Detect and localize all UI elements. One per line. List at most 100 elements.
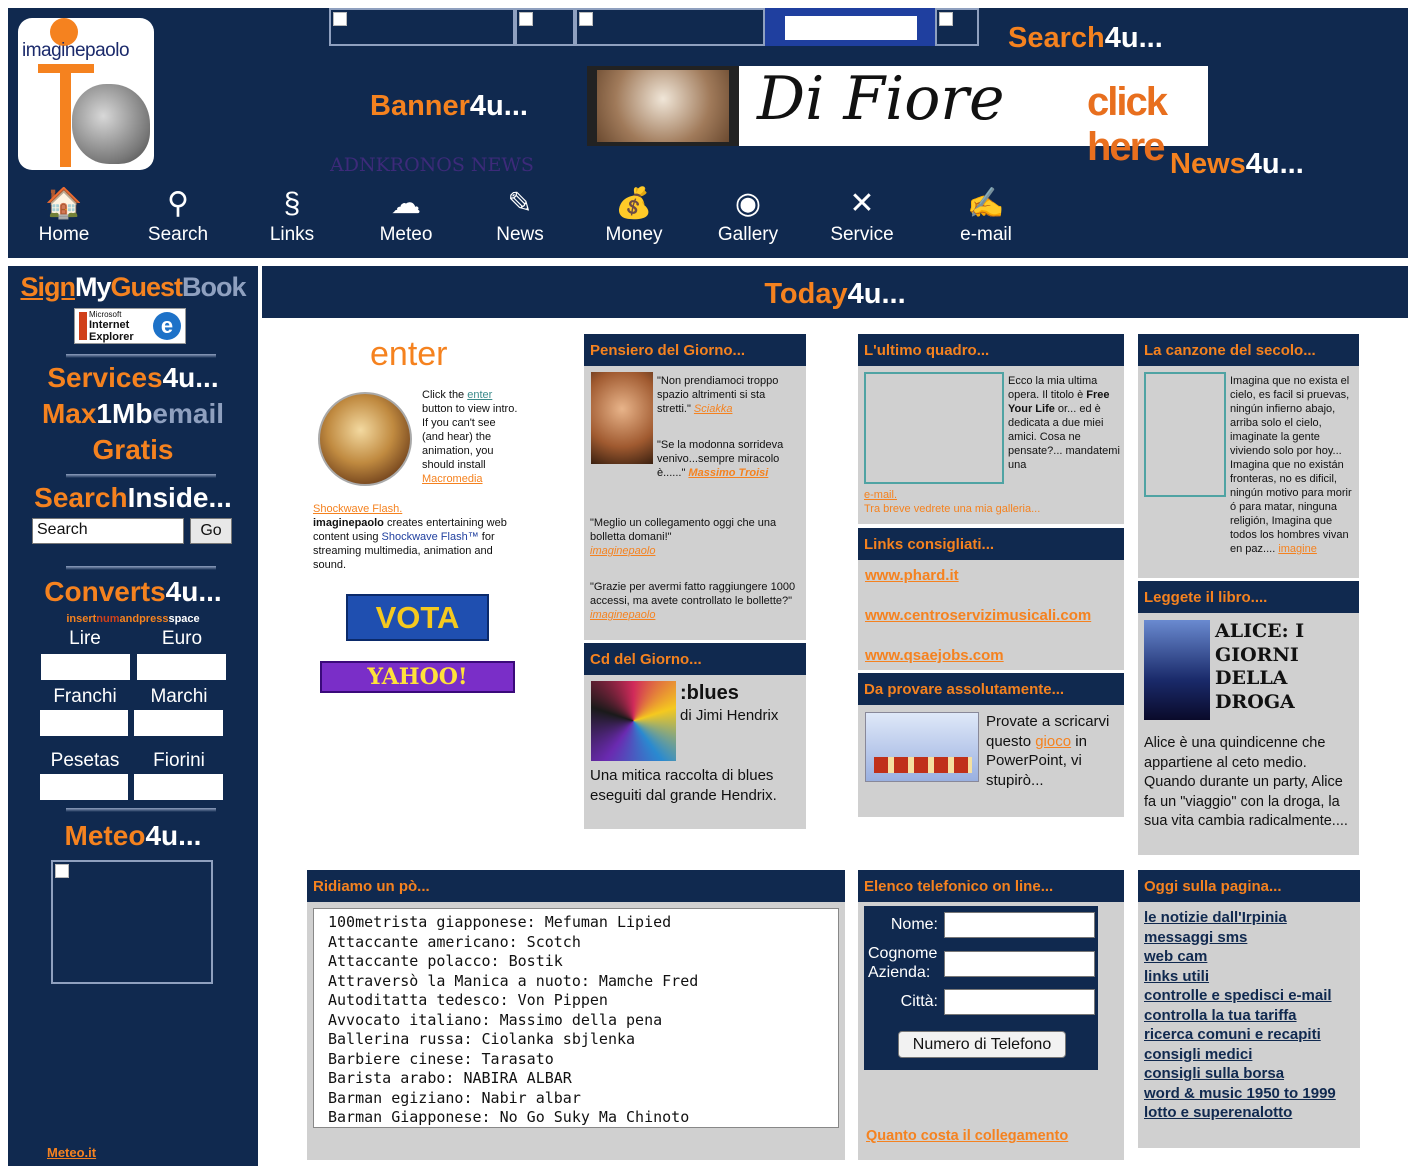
ie-logo-icon: e bbox=[153, 312, 181, 340]
nav-gallery[interactable]: ◉ Gallery bbox=[698, 184, 798, 254]
guestbook-book: Book bbox=[182, 272, 246, 302]
meteo-image-placeholder[interactable] bbox=[51, 860, 213, 984]
nav-links-label: Links bbox=[269, 224, 315, 245]
oggi-link-borsa[interactable]: consigli sulla borsa bbox=[1144, 1064, 1358, 1084]
album-name: :blues bbox=[680, 682, 739, 704]
quote-1-author[interactable]: Sciakka bbox=[694, 403, 733, 415]
shockwave-flash-link[interactable]: Shockwave Flash. bbox=[313, 503, 402, 515]
quote-3-author[interactable]: imaginepaolo bbox=[590, 545, 655, 557]
banner4u-title: Banner4u... bbox=[370, 90, 528, 123]
nav-news[interactable]: ✎ News bbox=[470, 184, 570, 254]
oggi-link-medici[interactable]: consigli medici bbox=[1144, 1045, 1358, 1065]
converts4u-b: 4u... bbox=[165, 576, 222, 607]
marchi-input[interactable] bbox=[134, 710, 223, 736]
nav-service[interactable]: ✕ Service bbox=[812, 184, 912, 254]
pesetas-input[interactable] bbox=[40, 774, 128, 800]
search-banner-slot-2[interactable] bbox=[515, 8, 575, 46]
quadro-email-link[interactable]: e-mail. bbox=[864, 489, 897, 501]
link-phard[interactable]: www.phard.it bbox=[865, 567, 959, 584]
yahoo-button[interactable]: YAHOO! bbox=[320, 661, 515, 693]
sign-my-guestbook-link[interactable]: SignMyGuestBook bbox=[8, 272, 258, 303]
macromedia-link[interactable]: Macromedia bbox=[422, 473, 483, 485]
news4u-a: News bbox=[1170, 148, 1246, 180]
search-go-image[interactable] bbox=[935, 8, 979, 46]
oggi-title: Oggi sulla pagina... bbox=[1138, 870, 1360, 902]
jokes-textarea[interactable]: 100metrista giapponese: Mefuman Lipied At… bbox=[313, 908, 839, 1128]
citta-input[interactable] bbox=[944, 989, 1095, 1015]
oggi-link-tariffa[interactable]: controlla la tua tariffa bbox=[1144, 1006, 1358, 1026]
di-fiore-banner[interactable]: Di Fiore click here bbox=[587, 64, 1208, 169]
libro-title: Leggete il libro.... bbox=[1138, 581, 1359, 613]
joke-line: Ballerina russa: Ciolanka sbjlenka bbox=[328, 1030, 636, 1048]
internet-explorer-badge[interactable]: Microsoft Internet Explorer e bbox=[74, 308, 186, 344]
quote-2: "Se la modonna sorrideva venivo...sempre… bbox=[590, 438, 802, 480]
quote-2-author[interactable]: Massimo Troisi bbox=[688, 467, 768, 479]
header-search-input[interactable] bbox=[785, 16, 917, 40]
quote-4-author[interactable]: imaginepaolo bbox=[590, 609, 655, 621]
pesetas-label: Pesetas bbox=[50, 750, 120, 771]
elenco-title: Elenco telefonico on line... bbox=[858, 870, 1124, 902]
oggi-link-comuni[interactable]: ricerca comuni e recapiti bbox=[1144, 1025, 1358, 1045]
nav-meteo-label: Meteo bbox=[379, 224, 433, 245]
nome-input[interactable] bbox=[944, 912, 1095, 938]
shockwave-flash-tm: Shockwave Flash™ bbox=[381, 531, 479, 543]
nav-service-label: Service bbox=[830, 224, 894, 245]
oggi-links-list: le notizie dall'Irpinia messaggi sms web… bbox=[1144, 908, 1358, 1123]
oggi-link-sms[interactable]: messaggi sms bbox=[1144, 928, 1358, 948]
vota-button[interactable]: VOTA bbox=[346, 594, 489, 641]
franchi-input[interactable] bbox=[40, 710, 128, 736]
today4u-title: Today4u... bbox=[262, 278, 1408, 311]
sidebar-search-input[interactable]: Search bbox=[32, 518, 184, 544]
quanto-costa-link[interactable]: Quanto costa il collegamento bbox=[866, 1128, 1068, 1144]
nav-home[interactable]: 🏠 Home bbox=[14, 184, 114, 254]
nome-label: Nome: bbox=[890, 916, 938, 933]
oggi-link-music[interactable]: word & music 1950 to 1999 bbox=[1144, 1084, 1358, 1104]
search-banner-slot-1[interactable] bbox=[329, 8, 515, 46]
enter-description: Shockwave Flash. imaginepaolo creates en… bbox=[313, 502, 523, 572]
nav-money[interactable]: 💰 Money bbox=[584, 184, 684, 254]
instr-andpress: andpress bbox=[119, 613, 169, 625]
gioco-link[interactable]: gioco bbox=[1035, 733, 1071, 750]
search-banner-slot-3[interactable] bbox=[575, 8, 765, 46]
link-centroservizimusicali[interactable]: www.centroservizimusicali.com bbox=[865, 607, 1091, 624]
imagine-link[interactable]: imagine bbox=[1278, 543, 1317, 555]
sidebar-separator bbox=[66, 474, 216, 478]
max1mb-c: email bbox=[152, 398, 225, 429]
eye-icon: ◉ bbox=[734, 187, 762, 220]
euro-input[interactable] bbox=[137, 654, 226, 680]
logo-stem bbox=[60, 64, 71, 167]
enter-title[interactable]: enter bbox=[370, 335, 448, 374]
quadro-mail-link[interactable]: e-mail. bbox=[864, 488, 897, 502]
nav-search[interactable]: ⚲ Search bbox=[128, 184, 228, 254]
instr-num: num bbox=[96, 613, 120, 625]
oggi-link-links-utili[interactable]: links utili bbox=[1144, 967, 1358, 987]
max1mb-a: Max bbox=[41, 398, 97, 429]
tools-icon: ✕ bbox=[849, 187, 875, 220]
oggi-link-lotto[interactable]: lotto e superenalotto bbox=[1144, 1103, 1358, 1123]
link-qsaejobs[interactable]: www.qsaejobs.com bbox=[865, 647, 1004, 664]
joke-line: Avvocato italiano: Massimo della pena bbox=[328, 1010, 663, 1029]
cognome-azienda-input[interactable] bbox=[944, 951, 1095, 977]
enter-intro-image[interactable] bbox=[318, 392, 412, 486]
painting-placeholder[interactable] bbox=[864, 372, 1004, 484]
header-search-frame bbox=[765, 8, 935, 46]
lire-input[interactable] bbox=[41, 654, 130, 680]
powerpoint-game-screenshot[interactable] bbox=[865, 712, 979, 782]
oggi-link-webcam[interactable]: web cam bbox=[1144, 947, 1358, 967]
adnkronos-news-link[interactable]: ADNKRONOS NEWS bbox=[330, 154, 534, 176]
nav-meteo[interactable]: ☁ Meteo bbox=[356, 184, 456, 254]
imaginepaolo-logo[interactable]: imaginepaolo bbox=[18, 18, 154, 170]
numero-di-telefono-button[interactable]: Numero di Telefono bbox=[898, 1031, 1066, 1058]
provare-text: Provate a scricarvi questo gioco in Powe… bbox=[986, 712, 1118, 790]
oggi-link-email[interactable]: controlle e spedisci e-mail bbox=[1144, 986, 1358, 1006]
enter-inline-link[interactable]: enter bbox=[467, 389, 492, 401]
nav-email[interactable]: ✍ e-mail bbox=[936, 184, 1036, 254]
oggi-link-irpinia[interactable]: le notizie dall'Irpinia bbox=[1144, 908, 1358, 928]
cognome-azienda-label: Cognome Azienda: bbox=[868, 944, 937, 982]
album-cover-image bbox=[591, 681, 676, 761]
nav-links[interactable]: § Links bbox=[242, 184, 342, 254]
max1mb-email-link[interactable]: Max1Mbemail bbox=[8, 398, 258, 430]
sidebar-go-button[interactable]: Go bbox=[190, 518, 232, 544]
fiorini-input[interactable] bbox=[134, 774, 223, 800]
meteo-it-link[interactable]: Meteo.it bbox=[47, 1145, 96, 1160]
